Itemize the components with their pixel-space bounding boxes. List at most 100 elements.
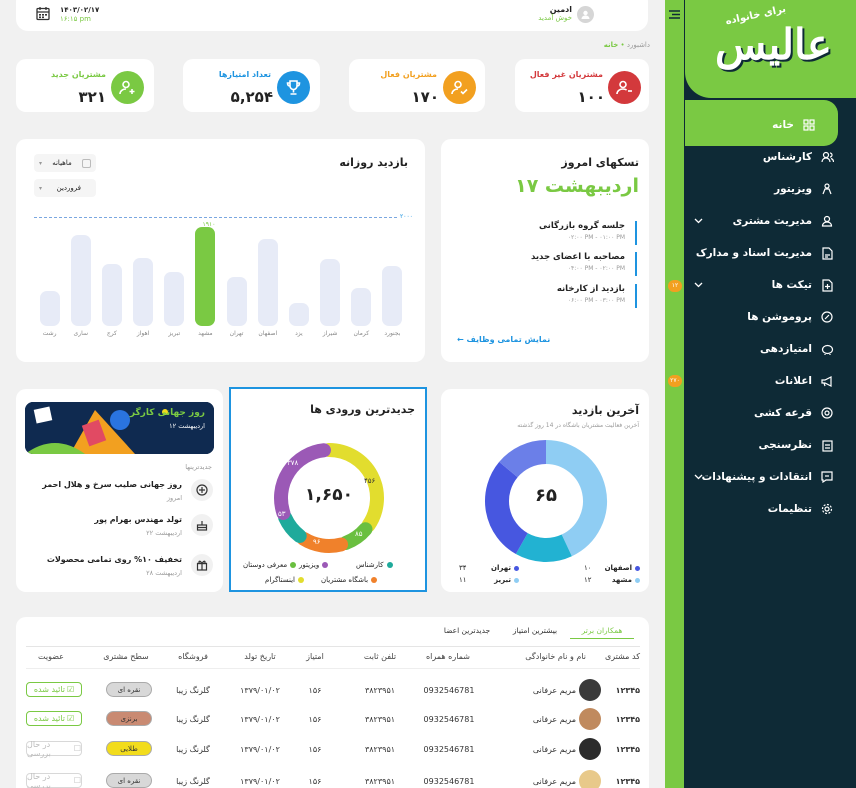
bar-6[interactable] (226, 277, 247, 326)
sidebar-item-feedback[interactable]: انتقادات و پیشنهادات (685, 462, 856, 492)
cell-mobile: 0932546781 (423, 715, 475, 724)
bar-9[interactable] (133, 258, 154, 326)
stat-card-new[interactable]: مشتریان جدید ۳۲۱ (16, 59, 154, 112)
event-banner[interactable]: روز جهانی کارگر ۱۲ اردیبهشت (25, 402, 214, 454)
sidebar-item-home[interactable]: خانه (685, 110, 838, 140)
event-title: روز جهانی صلیب سرخ و هلال احمر (42, 480, 182, 489)
legend-label: تهران (491, 564, 511, 572)
avatar[interactable] (577, 6, 594, 23)
bar-4[interactable] (288, 302, 309, 326)
task-item[interactable]: بازدید از کارخانه ۰۶:۰۰ PM - ۰۳:۰۰ PM (501, 284, 637, 308)
period-select[interactable]: ▾ ماهیانه (34, 154, 96, 172)
bar-8[interactable] (164, 271, 185, 326)
avatar[interactable] (579, 708, 601, 730)
col-phone[interactable]: تلفن ثابت (350, 652, 410, 661)
sidebar-item-label: کارشناس (762, 151, 812, 163)
legend-label: کارشناس (356, 561, 384, 569)
view-all-tasks-label: نمایش تمامی وظایف (466, 335, 551, 344)
stat-card-inactive[interactable]: مشتریان غیر فعال ۱۰۰ (515, 59, 649, 112)
sidebar-item-lottery[interactable]: قرعه کشی (685, 398, 856, 428)
breadcrumb-parent[interactable]: داشبورد (627, 41, 650, 49)
event-item[interactable]: تخفیف ۱۰% روی تمامی محصولات ۲۸ اردیبهشت (24, 552, 214, 580)
task-item[interactable]: مصاحبه با اعضای جدید ۰۴:۰۰ PM - ۰۲:۰۰ PM (501, 252, 637, 276)
chevron-down-icon[interactable] (694, 280, 703, 292)
sidebar-item-survey[interactable]: نظرسنجی (685, 430, 856, 460)
donut-slice-2[interactable] (515, 532, 572, 562)
bar-3[interactable] (320, 259, 341, 326)
avatar[interactable] (579, 679, 601, 701)
task-item[interactable]: جلسه گروه بازرگانی ۰۲:۰۰ PM - ۰۱:۰۰ PM (501, 221, 637, 245)
donut-slice-4[interactable] (278, 510, 307, 543)
sidebar-item-tickets[interactable]: تیکت ها (685, 270, 856, 300)
tab-top-colleagues[interactable]: همکاران برتر (570, 626, 634, 639)
sidebar-item-scoring[interactable]: امتیازدهی (685, 334, 856, 364)
col-name[interactable]: نام و نام خانوادگی (496, 652, 586, 661)
tab-most-points[interactable]: بیشترین امتیاز (500, 626, 570, 635)
calendar-icon[interactable] (36, 6, 50, 24)
status-button[interactable]: تائید شده ☑ (26, 711, 82, 726)
legend-value: ۱۲ (584, 576, 592, 584)
legend-dot (297, 577, 304, 583)
event-item[interactable]: تولد مهندس بهرام پور ۲۲ اردیبهشت (24, 512, 214, 540)
stat-card-points[interactable]: تعداد امتیازها ۵,۲۵۴ (183, 59, 320, 112)
bar-10[interactable] (101, 263, 122, 326)
bar-1[interactable] (382, 266, 403, 326)
status-label: در حال بررسی (27, 739, 51, 758)
status-button[interactable]: در حال بررسی ☐ (26, 739, 82, 758)
col-membership[interactable]: عضویت (26, 652, 76, 661)
col-store[interactable]: فروشگاه (168, 652, 218, 661)
sidebar-item-expert[interactable]: کارشناس (685, 142, 856, 172)
month-select[interactable]: ▾ فروردین (34, 179, 96, 197)
status-button[interactable]: در حال بررسی ☐ (26, 771, 82, 788)
chevron-down-icon[interactable] (694, 472, 703, 484)
sidebar-item-promotions[interactable]: پروموشن ها (685, 302, 856, 332)
menu-toggle-icon[interactable] (668, 8, 681, 21)
logo[interactable]: برای خانواده عالیس (685, 0, 856, 98)
col-code[interactable]: کد مشتری (590, 652, 640, 661)
donut-slice-3[interactable] (485, 461, 529, 555)
status-label: در حال بررسی (27, 771, 51, 788)
sidebar-item-settings[interactable]: تنظیمات (685, 494, 856, 524)
avatar[interactable] (579, 738, 601, 760)
bar-7[interactable] (195, 227, 216, 326)
sidebar-item-label: پروموشن ها (747, 311, 812, 323)
event-title: تخفیف ۱۰% روی تمامی محصولات (46, 555, 182, 564)
legend-label: باشگاه مشتریان (321, 576, 369, 584)
col-level[interactable]: سطح مشتری (96, 652, 156, 661)
sidebar-item-documents[interactable]: مدیریت اسناد و مدارک (685, 238, 856, 268)
view-all-tasks-link[interactable]: ← نمایش تمامی وظایف (457, 335, 550, 344)
col-score[interactable]: امتیاز (295, 652, 335, 661)
document-icon (820, 246, 834, 260)
cell-store: گلرنگ زیبا (176, 715, 210, 724)
bar-12[interactable] (39, 290, 60, 326)
legend-label: مشهد (611, 576, 632, 584)
col-birth[interactable]: تاریخ تولد (230, 652, 290, 661)
legend-label: ویزیتور (299, 561, 320, 569)
stat-card-active[interactable]: مشتریان فعال ۱۷۰ (349, 59, 485, 112)
sidebar-item-label: مدیریت مشتری (732, 215, 812, 227)
sidebar-item-visitor[interactable]: ویزیتور (685, 174, 856, 204)
tab-newest-members[interactable]: جدیدترین اعضا (432, 626, 502, 635)
event-item[interactable]: روز جهانی صلیب سرخ و هلال احمر امروز (24, 477, 214, 505)
col-mobile[interactable]: شماره همراه (418, 652, 478, 661)
logo-wordmark: عالیس (715, 20, 832, 69)
legend-label: اصفهان (604, 564, 632, 572)
bar-5[interactable] (257, 239, 278, 326)
sidebar-item-customers[interactable]: مدیریت مشتری (685, 206, 856, 236)
avatar[interactable] (579, 770, 601, 788)
legend-label: تبریز (494, 576, 511, 584)
sidebar-item-label: تنظیمات (767, 503, 812, 515)
donut-slice-4[interactable] (499, 440, 547, 478)
status-button[interactable]: تائید شده ☑ (26, 682, 82, 697)
legend-item: ۳۴ تهران (459, 564, 519, 572)
bar-2[interactable] (351, 288, 372, 326)
donut-slice-3[interactable] (296, 531, 349, 553)
stat-value: ۱۰۰ (577, 88, 605, 106)
legend-value: ۱۱ (459, 576, 467, 584)
chevron-down-icon[interactable] (694, 216, 703, 228)
bar-11[interactable] (70, 235, 91, 326)
cell-phone: ۳۸۲۳۹۵۱ (364, 715, 396, 724)
sidebar-item-label: امتیازدهی (760, 343, 812, 355)
sidebar-item-announcements[interactable]: اعلانات (685, 366, 856, 396)
last-visit-title: آخرین بازدید (571, 404, 639, 417)
